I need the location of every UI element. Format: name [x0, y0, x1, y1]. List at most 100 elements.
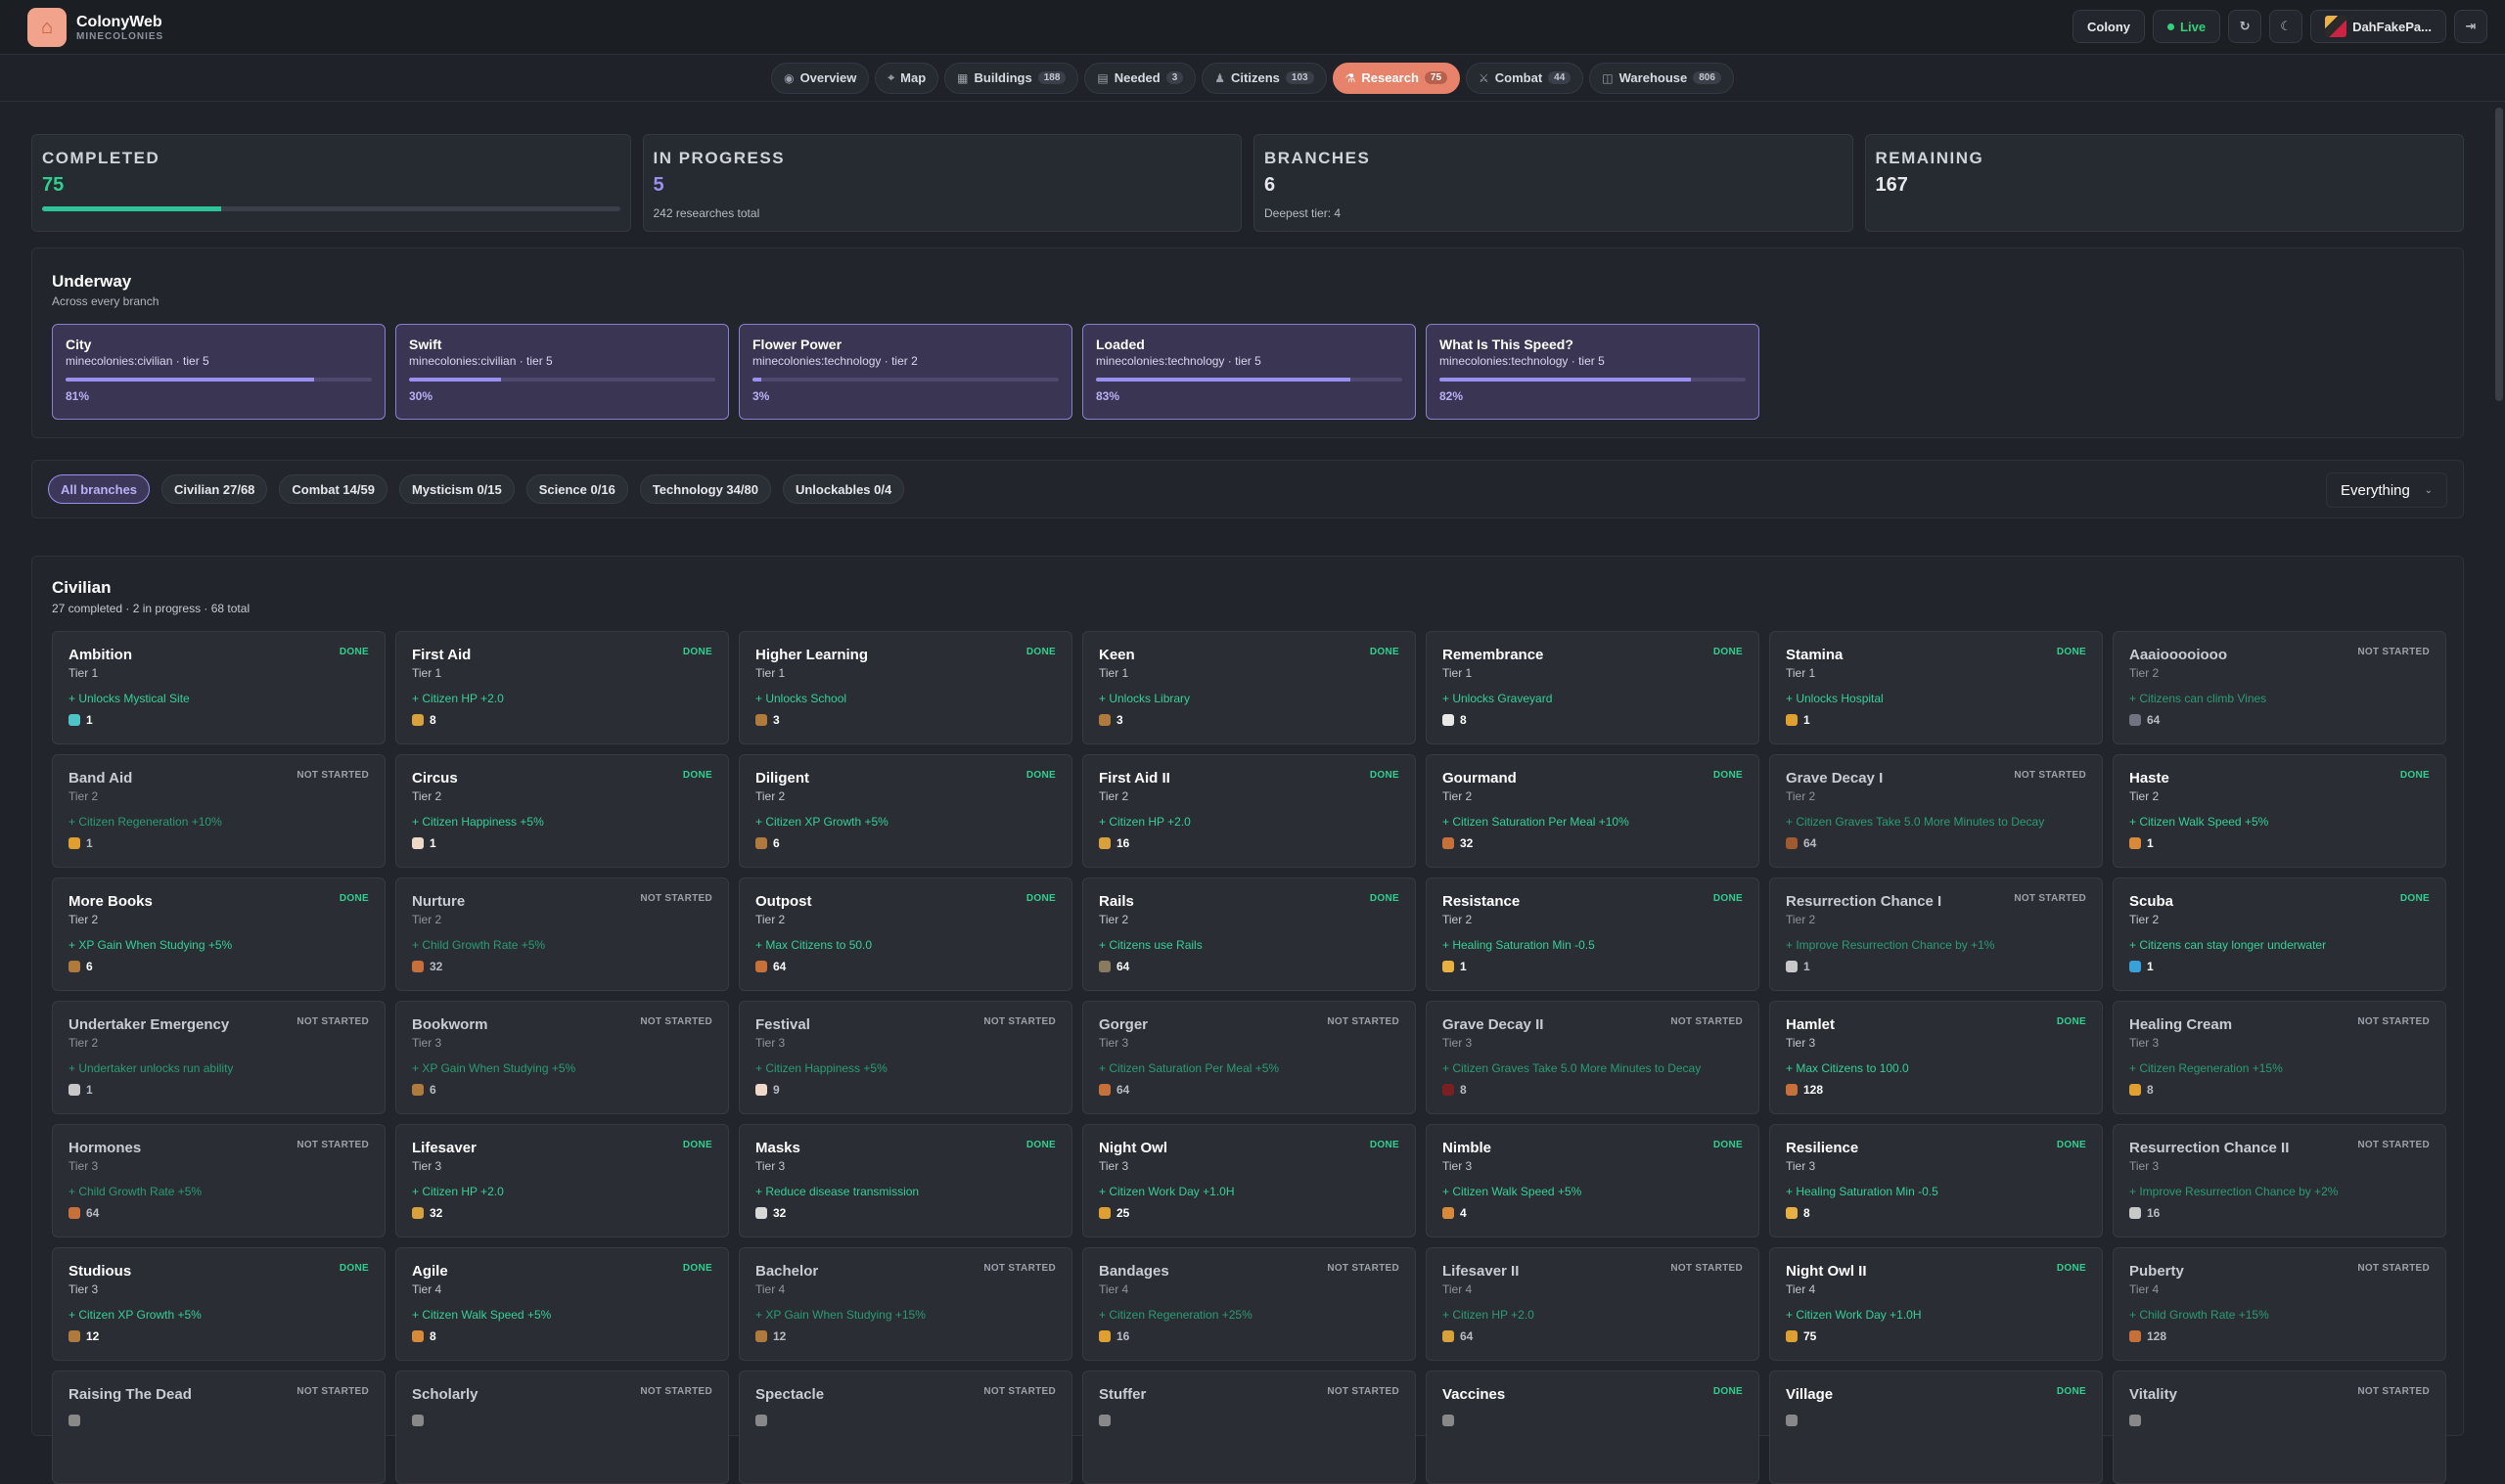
research-card[interactable]: Stuffer NOT STARTED [1082, 1371, 1416, 1484]
user-menu-button[interactable]: DahFakePa... [2310, 10, 2446, 43]
research-cost: 1 [68, 1083, 369, 1097]
research-card[interactable]: Bachelor Tier 4 + XP Gain When Studying +1… [739, 1247, 1072, 1361]
research-card[interactable]: Night Owl II Tier 4 + Citizen Work Day +1.… [1769, 1247, 2103, 1361]
research-card[interactable]: Bookworm Tier 3 + XP Gain When Studying +5… [395, 1001, 729, 1114]
research-card[interactable]: First Aid II Tier 2 + Citizen HP +2.0 16 DON… [1082, 754, 1416, 868]
research-card[interactable]: Keen Tier 1 + Unlocks Library 3 DONE [1082, 631, 1416, 744]
research-card[interactable]: Aaaiooooiooo Tier 2 + Citizens can climb V… [2113, 631, 2446, 744]
research-card[interactable]: Festival Tier 3 + Citizen Happiness +5% 9 NO… [739, 1001, 1072, 1114]
colony-selector-button[interactable]: Colony [2072, 10, 2146, 43]
research-card[interactable]: Grave Decay II Tier 3 + Citizen Graves Tak… [1426, 1001, 1759, 1114]
research-card[interactable]: Village DONE [1769, 1371, 2103, 1484]
cost-item-icon [2129, 1084, 2141, 1096]
status-badge: NOT STARTED [2357, 1140, 2430, 1150]
research-card[interactable]: Masks Tier 3 + Reduce disease transmission… [739, 1124, 1072, 1237]
research-card[interactable]: Raising The Dead NOT STARTED [52, 1371, 386, 1484]
research-tier: Tier 4 [1442, 1282, 1473, 1296]
branch-chip[interactable]: Technology 34/80 [639, 474, 771, 504]
research-card[interactable]: Diligent Tier 2 + Citizen XP Growth +5% 6 DO… [739, 754, 1072, 868]
research-card[interactable]: Undertaker Emergency Tier 2 + Undertaker u… [52, 1001, 386, 1114]
research-cost [1786, 1415, 2086, 1426]
research-card[interactable]: Higher Learning Tier 1 + Unlocks School 3 DO… [739, 631, 1072, 744]
tab-map[interactable]: ⌖ Map [875, 62, 939, 94]
tab-buildings[interactable]: ▦ Buildings 188 [944, 62, 1079, 94]
logout-button[interactable]: ⇥ [2454, 10, 2487, 43]
refresh-button[interactable]: ↻ [2228, 10, 2262, 43]
research-card[interactable]: Scuba Tier 2 + Citizens can stay longer un… [2113, 877, 2446, 991]
research-card[interactable]: Gorger Tier 3 + Citizen Saturation Per Mea… [1082, 1001, 1416, 1114]
underway-card[interactable]: Swift minecolonies:civilian · tier 5 30% [395, 324, 729, 420]
research-name: Masks [755, 1140, 800, 1156]
status-filter-select[interactable]: Everything ⌄ [2326, 472, 2447, 508]
research-card[interactable]: Resistance Tier 2 + Healing Saturation Min… [1426, 877, 1759, 991]
research-card[interactable]: Nimble Tier 3 + Citizen Walk Speed +5% 4 DON… [1426, 1124, 1759, 1237]
research-card[interactable]: Outpost Tier 2 + Max Citizens to 50.0 64 DON… [739, 877, 1072, 991]
status-badge: NOT STARTED [2357, 1016, 2430, 1027]
status-badge: DONE [682, 647, 712, 657]
brand[interactable]: ⌂ ColonyWeb MINECOLONIES [27, 8, 163, 47]
page-scrollbar[interactable] [2495, 108, 2503, 401]
research-card[interactable]: Band Aid Tier 2 + Citizen Regeneration +10… [52, 754, 386, 868]
status-badge: DONE [1025, 770, 1056, 781]
underway-card[interactable]: Loaded minecolonies:technology · tier 5 83… [1082, 324, 1416, 420]
underway-card[interactable]: City minecolonies:civilian · tier 5 81% [52, 324, 386, 420]
cost-amount: 4 [1460, 1206, 1467, 1220]
research-card[interactable]: Spectacle NOT STARTED [739, 1371, 1072, 1484]
tab-needed[interactable]: ▤ Needed 3 [1084, 62, 1197, 94]
research-card[interactable]: Scholarly NOT STARTED [395, 1371, 729, 1484]
research-card[interactable]: Hamlet Tier 3 + Max Citizens to 100.0 128 DO… [1769, 1001, 2103, 1114]
research-card[interactable]: Vitality NOT STARTED [2113, 1371, 2446, 1484]
research-card[interactable]: Agile Tier 4 + Citizen Walk Speed +5% 8 DONE [395, 1247, 729, 1361]
underway-card[interactable]: Flower Power minecolonies:technology · ti… [739, 324, 1072, 420]
research-card[interactable]: Puberty Tier 4 + Child Growth Rate +15% 128… [2113, 1247, 2446, 1361]
research-card[interactable]: Ambition Tier 1 + Unlocks Mystical Site 1 DO… [52, 631, 386, 744]
research-card[interactable]: Haste Tier 2 + Citizen Walk Speed +5% 1 DONE [2113, 754, 2446, 868]
research-card[interactable]: Lifesaver II Tier 4 + Citizen HP +2.0 64 NOT… [1426, 1247, 1759, 1361]
research-card[interactable]: Hormones Tier 3 + Child Growth Rate +5% 64 N… [52, 1124, 386, 1237]
branch-chip[interactable]: Science 0/16 [525, 474, 628, 504]
research-name: First Aid [412, 647, 472, 663]
tab-citizens[interactable]: ♟ Citizens 103 [1202, 62, 1327, 94]
research-card[interactable]: Gourmand Tier 2 + Citizen Saturation Per M… [1426, 754, 1759, 868]
branch-chip[interactable]: Mysticism 0/15 [398, 474, 515, 504]
research-card[interactable]: Bandages Tier 4 + Citizen Regeneration +25… [1082, 1247, 1416, 1361]
tab-research[interactable]: ⚗ Research 75 [1332, 62, 1461, 94]
status-filter-value: Everything [2341, 481, 2410, 499]
cost-item-icon [68, 1084, 80, 1096]
cost-amount: 3 [1116, 713, 1123, 727]
underway-progress-fill [1096, 378, 1350, 382]
research-card[interactable]: Resilience Tier 3 + Healing Saturation Min… [1769, 1124, 2103, 1237]
branch-chip[interactable]: All branches [48, 474, 151, 504]
research-card[interactable]: Vaccines DONE [1426, 1371, 1759, 1484]
research-card[interactable]: Circus Tier 2 + Citizen Happiness +5% 1 DONE [395, 754, 729, 868]
branch-chip[interactable]: Combat 14/59 [279, 474, 387, 504]
tab-warehouse[interactable]: ◫ Warehouse 806 [1589, 62, 1734, 94]
research-card[interactable]: Night Owl Tier 3 + Citizen Work Day +1.0H 2… [1082, 1124, 1416, 1237]
research-card[interactable]: Rails Tier 2 + Citizens use Rails 64 DONE [1082, 877, 1416, 991]
stat-branches-sub: Deepest tier: 4 [1264, 206, 1342, 220]
research-card[interactable]: First Aid Tier 1 + Citizen HP +2.0 8 DONE [395, 631, 729, 744]
research-card[interactable]: Resurrection Chance II Tier 3 + Improve Re… [2113, 1124, 2446, 1237]
research-card[interactable]: Stamina Tier 1 + Unlocks Hospital 1 DONE [1769, 631, 2103, 744]
research-card[interactable]: More Books Tier 2 + XP Gain When Studying … [52, 877, 386, 991]
research-card[interactable]: Healing Cream Tier 3 + Citizen Regeneratio… [2113, 1001, 2446, 1114]
tab-combat[interactable]: ⚔ Combat 44 [1466, 62, 1584, 94]
research-card[interactable]: Studious Tier 3 + Citizen XP Growth +5% 12 D… [52, 1247, 386, 1361]
research-tier: Tier 1 [1099, 666, 1129, 680]
research-card[interactable]: Grave Decay I Tier 2 + Citizen Graves Take… [1769, 754, 2103, 868]
branch-chip[interactable]: Civilian 27/68 [161, 474, 268, 504]
research-tier: Tier 2 [1786, 789, 1816, 803]
research-effect: + Unlocks Graveyard [1442, 692, 1553, 705]
research-card[interactable]: Nurture Tier 2 + Child Growth Rate +5% 32 NO… [395, 877, 729, 991]
research-tier: Tier 2 [1099, 789, 1129, 803]
tab-overview[interactable]: ◉ Overview [771, 62, 870, 94]
theme-toggle-button[interactable]: ☾ [2269, 10, 2303, 43]
underway-card[interactable]: What Is This Speed? minecolonies:technolo… [1426, 324, 1759, 420]
status-badge: NOT STARTED [2014, 893, 2086, 904]
research-card[interactable]: Resurrection Chance I Tier 2 + Improve Res… [1769, 877, 2103, 991]
research-card[interactable]: Remembrance Tier 1 + Unlocks Graveyard 8 DON… [1426, 631, 1759, 744]
cost-amount: 8 [430, 713, 436, 727]
research-card[interactable]: Lifesaver Tier 3 + Citizen HP +2.0 32 DONE [395, 1124, 729, 1237]
branch-chip[interactable]: Unlockables 0/4 [782, 474, 905, 504]
cost-item-icon [755, 1084, 767, 1096]
